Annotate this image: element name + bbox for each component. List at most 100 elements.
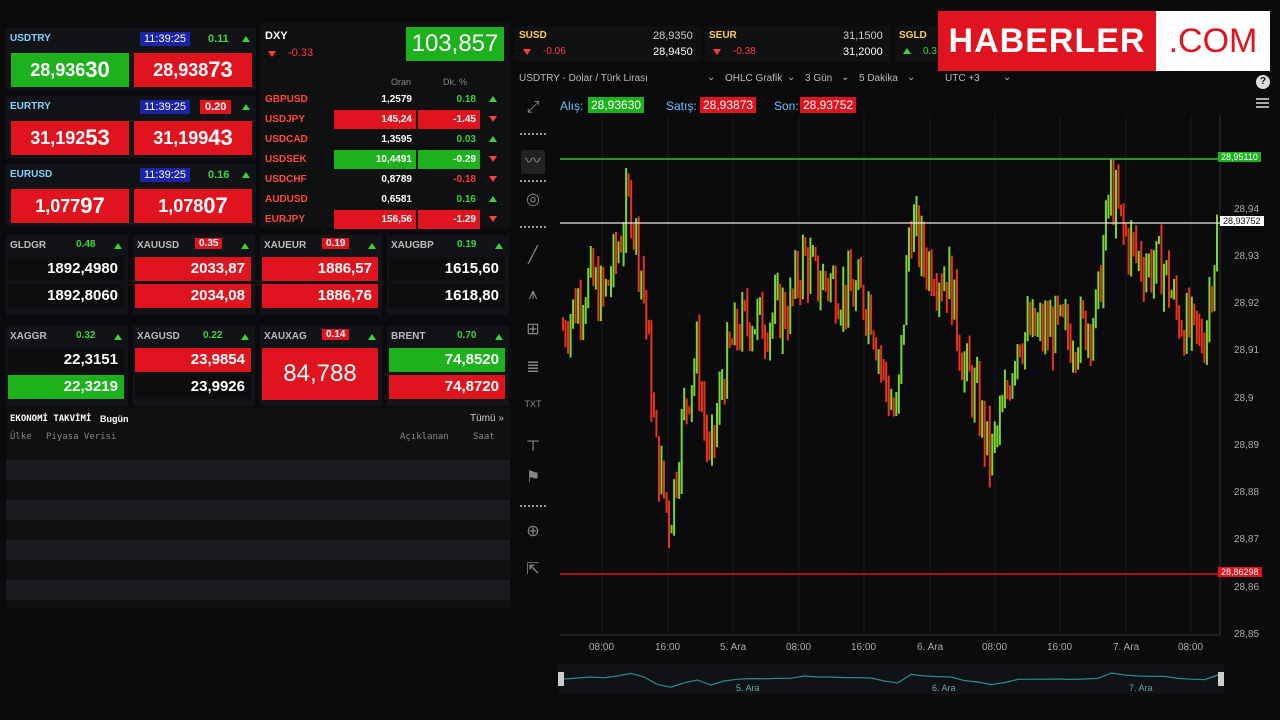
fullscreen-icon[interactable]: ⤢ <box>521 96 545 120</box>
metal-card-xaueur[interactable]: XAUEUR 0.19 1886,57 1886,76 <box>260 235 382 315</box>
y-tick-label: 28,9 <box>1234 392 1254 404</box>
fx-card-eurtry[interactable]: EURTRY 11:39:25 0.20 31,192 53 31,199 43 <box>6 96 256 158</box>
calendar-today[interactable]: Bugün <box>100 414 129 424</box>
symbol-label: EURTRY <box>10 101 51 112</box>
chevron-down-icon[interactable]: ⌄ <box>787 72 795 83</box>
pitchfork-icon[interactable]: ⩚ <box>521 283 545 307</box>
question-icon[interactable]: ? <box>1256 75 1270 89</box>
fx-card-eurusd[interactable]: EURUSD 11:39:25 0.16 1,077 97 1,078 07 <box>6 164 256 226</box>
up-arrow-icon <box>242 172 250 178</box>
y-tick-label: 28,93 <box>1234 250 1260 262</box>
change-value: 0.48 <box>76 239 96 250</box>
bid-price[interactable]: 1,077 97 <box>11 189 129 223</box>
ask-price[interactable]: 1886,76 <box>262 284 378 308</box>
change-value: 0.32 <box>76 330 96 341</box>
fx-row-eurjpy[interactable]: EURJPY 156,56 -1.29 <box>262 210 507 229</box>
ask-tail: 07 <box>203 193 228 218</box>
cursor-icon[interactable]: ⇱ <box>521 558 545 582</box>
change-value: 0.35 <box>195 238 223 249</box>
ask-price[interactable]: 2034,08 <box>135 284 251 308</box>
y-tick-label: 28,94 <box>1234 203 1260 215</box>
chevron-down-icon[interactable]: ⌄ <box>707 72 715 83</box>
timezone-select[interactable]: UTC +3 <box>945 73 980 84</box>
bid-value: 28,93630 <box>588 97 645 113</box>
y-tick-label: 28,87 <box>1234 534 1260 546</box>
bid-price[interactable]: 28,936 30 <box>11 53 129 87</box>
x-tick-label: 08:00 <box>1178 642 1204 653</box>
up-arrow-icon <box>241 243 249 249</box>
change-value: 0.14 <box>322 329 350 340</box>
line-tool-icon[interactable]: ╱ <box>521 244 545 268</box>
metal-card-xaggr[interactable]: XAGGR 0.32 22,3151 22,3219 <box>6 326 128 406</box>
bid-price[interactable]: 1886,57 <box>262 257 378 281</box>
metal-card-brent[interactable]: BRENT 0.70 74,8520 74,8720 <box>387 326 509 406</box>
navigator-right-handle[interactable] <box>1218 672 1224 686</box>
text-tool-icon[interactable]: TXT <box>521 392 545 416</box>
symbol-label: XAGUSD <box>137 331 180 342</box>
ask-price[interactable]: 23,9926 <box>135 375 251 399</box>
calendar-all-link[interactable]: Tümü » <box>470 413 504 424</box>
flag-icon[interactable]: ⚑ <box>521 466 545 490</box>
range-select[interactable]: 3 Gün <box>805 73 832 84</box>
bid-price[interactable]: 74,8520 <box>389 348 505 372</box>
crosshair-icon[interactable]: ⊞ <box>521 318 545 342</box>
navigator-left-handle[interactable] <box>558 672 564 686</box>
symbol-label: XAUUSD <box>137 240 180 251</box>
eye-hidden-icon[interactable]: ◎ <box>521 188 545 212</box>
fx-pct: -0.29 <box>418 150 480 169</box>
hamburger-icon[interactable] <box>1256 98 1269 108</box>
chart-type-select[interactable]: OHLC Grafik <box>725 73 782 84</box>
ticker-value-2: 31,2000 <box>843 46 883 58</box>
fx-row-gbpusd[interactable]: GBPUSD 1,2579 0.18 <box>262 90 507 109</box>
trendline-icon[interactable]: 〰 <box>521 150 545 174</box>
bid-price[interactable]: 22,3151 <box>8 348 124 372</box>
bid-price[interactable]: 1615,60 <box>389 257 505 281</box>
bid-price[interactable]: 1892,4980 <box>8 257 124 281</box>
ticker-symbol: SEUR <box>709 30 737 41</box>
bid-price[interactable]: 23,9854 <box>135 348 251 372</box>
metal-card-xaugbp[interactable]: XAUGBP 0.19 1615,60 1618,80 <box>387 235 509 315</box>
interval-select[interactable]: 5 Dakika <box>859 73 898 84</box>
metal-card-gldgr[interactable]: GLDGR 0.48 1892,4980 1892,8060 <box>6 235 128 315</box>
ask-price[interactable]: 74,8720 <box>389 375 505 399</box>
ratio-value[interactable]: 84,788 <box>262 348 378 400</box>
bid-price[interactable]: 31,192 53 <box>11 121 129 155</box>
navigator-label: 5. Ara <box>736 683 760 693</box>
chevron-down-icon[interactable]: ⌄ <box>1003 72 1011 83</box>
calendar-title: EKONOMİ TAKVİMİ <box>10 414 92 424</box>
fibonacci-icon[interactable]: ≣ <box>521 356 545 380</box>
fx-card-usdtry[interactable]: USDTRY 11:39:25 0.11 28,936 30 28,938 73 <box>6 28 256 90</box>
metal-card-xauxag[interactable]: XAUXAG 0.14 84,788 <box>260 326 382 406</box>
fx-row-usdsek[interactable]: USDSEK 10,4491 -0.29 <box>262 150 507 169</box>
ask-price[interactable]: 22,3219 <box>8 375 124 399</box>
metal-card-xagusd[interactable]: XAGUSD 0.22 23,9854 23,9926 <box>133 326 255 406</box>
last-level-badge: 28,93752 <box>1220 216 1264 226</box>
dxy-value[interactable]: 103,857 <box>406 27 504 61</box>
ticker-seur[interactable]: SEUR -0.38 31,1500 31,2000 <box>705 26 891 62</box>
change-value: 0.11 <box>208 33 229 45</box>
fx-row-usdjpy[interactable]: USDJPY 145,24 -1.45 <box>262 110 507 129</box>
ticker-susd[interactable]: SUSD -0.06 28,9350 28,9450 <box>515 26 701 62</box>
zoom-icon[interactable]: ⊕ <box>521 520 545 544</box>
up-arrow-icon <box>368 243 376 249</box>
chart-navigator[interactable] <box>558 664 1224 694</box>
ask-price[interactable]: 1618,80 <box>389 284 505 308</box>
fx-pair: EURJPY <box>265 214 306 225</box>
price-chart[interactable] <box>555 115 1273 655</box>
bid-price[interactable]: 2033,87 <box>135 257 251 281</box>
down-arrow-icon <box>489 216 497 222</box>
fx-row-usdcad[interactable]: USDCAD 1,3595 0.03 <box>262 130 507 149</box>
y-tick-label: 28,91 <box>1234 345 1260 357</box>
ask-price[interactable]: 31,199 43 <box>134 121 252 155</box>
chevron-down-icon[interactable]: ⌄ <box>841 72 849 83</box>
calendar-row <box>6 580 510 600</box>
chevron-down-icon[interactable]: ⌄ <box>907 72 915 83</box>
ask-price[interactable]: 1,078 07 <box>134 189 252 223</box>
metal-card-xauusd[interactable]: XAUUSD 0.35 2033,87 2034,08 <box>133 235 255 315</box>
ask-price[interactable]: 28,938 73 <box>134 53 252 87</box>
fx-rate: 156,56 <box>334 210 416 229</box>
fx-row-usdchf[interactable]: USDCHF 0,8789 -0.18 <box>262 170 507 189</box>
marker-icon[interactable]: ┬ <box>521 430 545 454</box>
ask-price[interactable]: 1892,8060 <box>8 284 124 308</box>
fx-row-audusd[interactable]: AUDUSD 0,6581 0.16 <box>262 190 507 209</box>
